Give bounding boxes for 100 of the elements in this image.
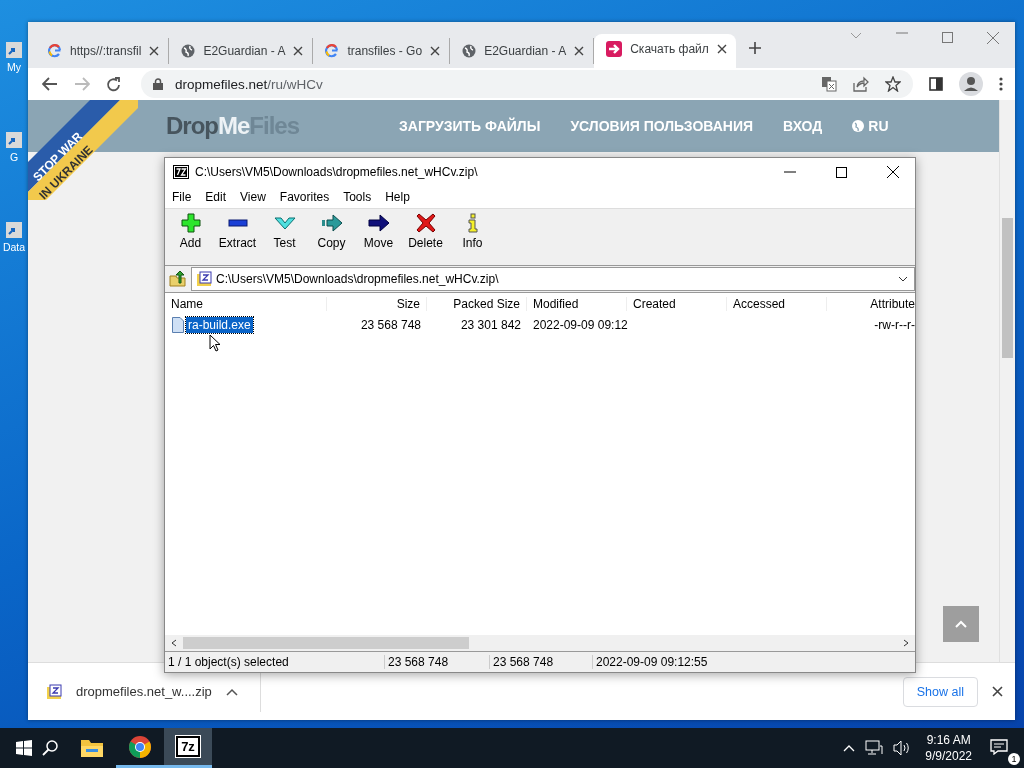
table-cell-text: -rw-r--r- bbox=[873, 318, 915, 332]
close-icon[interactable] bbox=[887, 166, 899, 178]
shortcut-icon[interactable] bbox=[4, 220, 24, 240]
table-cell-text: 23 301 842 bbox=[459, 318, 522, 332]
globe-icon bbox=[462, 44, 477, 58]
file-icon bbox=[172, 317, 184, 333]
back-arrow-icon[interactable] bbox=[42, 77, 58, 91]
folder-up-icon[interactable] bbox=[169, 270, 187, 288]
arrow-icon bbox=[367, 213, 390, 233]
column-header[interactable]: Created bbox=[627, 297, 727, 311]
browser-icon bbox=[128, 734, 152, 759]
globe-icon bbox=[852, 120, 865, 132]
menu-item[interactable]: Favorites bbox=[279, 190, 330, 204]
globe-icon bbox=[181, 44, 196, 58]
toolbar-button[interactable]: Test bbox=[263, 213, 306, 265]
scrollbar-thumb[interactable] bbox=[183, 637, 469, 649]
menu-item[interactable]: Help bbox=[385, 190, 410, 204]
toolbar-button[interactable]: Copy bbox=[310, 213, 353, 265]
show-all-button[interactable]: Show all bbox=[902, 676, 978, 707]
toolbar-button[interactable]: Info bbox=[451, 213, 494, 265]
info-icon bbox=[466, 213, 479, 233]
status-text: 1 / 1 object(s) selected bbox=[165, 655, 385, 669]
tab-title: transfiles - Go bbox=[347, 44, 423, 58]
close-icon[interactable] bbox=[430, 46, 441, 56]
close-icon[interactable] bbox=[293, 46, 304, 56]
status-text: 23 568 748 bbox=[490, 655, 593, 669]
new-tab-icon[interactable] bbox=[747, 41, 762, 55]
browser-tab[interactable]: E2Guardian - A bbox=[169, 38, 314, 64]
status-text: 2022-09-09 09:12:55 bbox=[595, 655, 708, 669]
app-icon bbox=[173, 165, 189, 179]
column-header[interactable]: Accessed bbox=[727, 297, 827, 311]
close-icon[interactable] bbox=[992, 686, 1003, 697]
windows-logo-icon[interactable] bbox=[16, 740, 32, 756]
window-title: C:\Users\VM5\Downloads\dropmefiles.net_wHCv.zip\ bbox=[195, 165, 478, 179]
toolbar-button[interactable]: Add bbox=[169, 213, 212, 265]
address-bar[interactable]: dropmefiles.net/ru/wHCv bbox=[141, 70, 913, 98]
column-header[interactable]: Name bbox=[165, 297, 327, 311]
google-g-icon bbox=[48, 44, 62, 58]
shortcut-icon[interactable] bbox=[4, 40, 24, 60]
toolbar-button[interactable]: Move bbox=[357, 213, 400, 265]
column-header[interactable]: Attribute bbox=[827, 297, 915, 311]
close-icon[interactable] bbox=[716, 44, 727, 54]
search-icon[interactable] bbox=[42, 740, 58, 756]
menu-item[interactable]: File bbox=[172, 190, 192, 204]
chevron-left-icon[interactable] bbox=[171, 639, 177, 647]
toolbar-button[interactable]: Delete bbox=[404, 213, 447, 265]
plus-icon bbox=[180, 213, 201, 233]
close-icon[interactable] bbox=[574, 46, 585, 56]
network-icon[interactable] bbox=[865, 740, 884, 756]
column-header[interactable]: Modified bbox=[527, 297, 627, 311]
archive-file-icon bbox=[46, 683, 62, 700]
desktop-icon-label: Data bbox=[2, 240, 26, 254]
shortcut-icon[interactable] bbox=[4, 130, 24, 150]
maximize-icon[interactable] bbox=[836, 166, 847, 178]
taskbar-app[interactable]: 7z bbox=[164, 728, 212, 768]
scrollbar[interactable] bbox=[165, 635, 915, 651]
close-icon[interactable] bbox=[149, 46, 160, 56]
profile-avatar-icon[interactable] bbox=[959, 72, 983, 96]
column-header[interactable]: Packed Size bbox=[427, 297, 527, 311]
star-icon[interactable] bbox=[885, 76, 901, 92]
tab-title: https//:transfil bbox=[70, 44, 142, 58]
menu-item[interactable]: Edit bbox=[205, 190, 227, 204]
clock-time[interactable]: 9:16 AM bbox=[926, 732, 971, 748]
table-cell-text: 23 568 748 bbox=[359, 318, 422, 332]
arrow-icon bbox=[320, 213, 343, 233]
status-text: 23 568 748 bbox=[385, 655, 490, 669]
toolbar-button[interactable]: Extract bbox=[216, 213, 259, 265]
side-panel-icon[interactable] bbox=[929, 77, 943, 91]
chevron-up-icon[interactable] bbox=[225, 687, 238, 696]
browser-tab[interactable]: transfiles - Go bbox=[313, 38, 451, 64]
browser-tab[interactable]: https//:transfil bbox=[36, 38, 170, 64]
delete-x-icon bbox=[415, 213, 436, 233]
column-header[interactable]: Size bbox=[327, 297, 427, 311]
path-field[interactable]: C:\Users\VM5\Downloads\dropmefiles.net_wHCv.zip\ bbox=[191, 267, 915, 291]
translate-icon[interactable] bbox=[821, 76, 837, 92]
scrollbar-thumb[interactable] bbox=[1002, 218, 1013, 358]
menu-icon[interactable] bbox=[999, 77, 1003, 91]
notification-icon[interactable] bbox=[990, 738, 1008, 755]
menu-item[interactable]: Tools bbox=[343, 190, 372, 204]
notification-count: 1 bbox=[1008, 752, 1020, 765]
url-text: dropmefiles.net/ru/wHCv bbox=[175, 76, 324, 92]
tab-title: E2Guardian - A bbox=[203, 44, 286, 58]
lock-icon bbox=[153, 78, 163, 90]
share-icon[interactable] bbox=[853, 76, 869, 92]
clock-date[interactable]: 9/9/2022 bbox=[925, 748, 972, 764]
scrollbar[interactable] bbox=[999, 100, 1015, 662]
volume-icon[interactable] bbox=[893, 740, 912, 756]
menu-item[interactable]: View bbox=[240, 190, 266, 204]
reload-icon[interactable] bbox=[106, 76, 121, 92]
chevron-right-icon[interactable] bbox=[903, 639, 909, 647]
archive-file-icon bbox=[196, 271, 212, 287]
browser-tab[interactable]: Скачать файл bbox=[594, 34, 736, 68]
file-name[interactable]: ra-build.exe bbox=[186, 317, 253, 333]
chevron-up-icon bbox=[955, 620, 967, 628]
app-logo: 7z bbox=[176, 736, 200, 757]
desktop-icon-label: My bbox=[7, 60, 21, 74]
tab-title: Скачать файл bbox=[630, 42, 709, 56]
chevron-down-icon[interactable] bbox=[898, 276, 908, 282]
folder-icon bbox=[80, 738, 104, 758]
arrow-icon bbox=[606, 41, 623, 57]
